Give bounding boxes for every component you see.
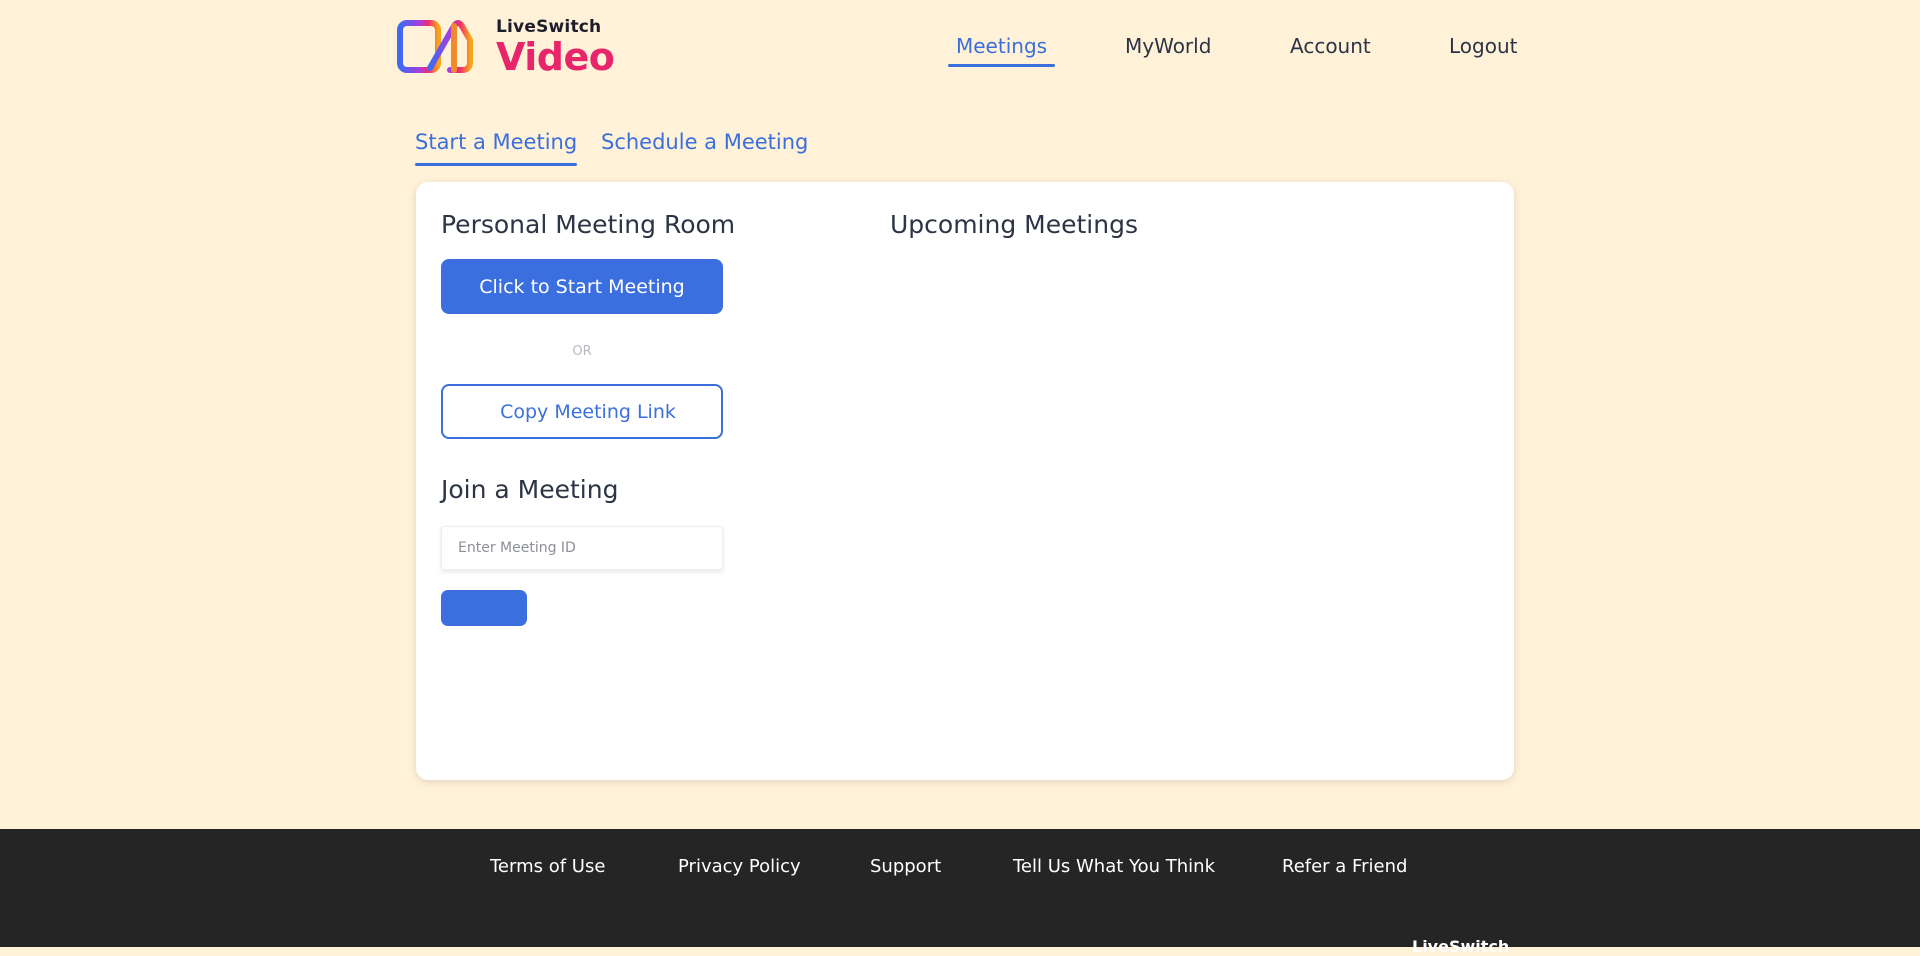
- footer-link-privacy[interactable]: Privacy Policy: [678, 856, 801, 877]
- logo-wordmark-small: LiveSwitch: [496, 16, 602, 37]
- nav-meetings[interactable]: Meetings: [947, 34, 1056, 67]
- footer-link-terms[interactable]: Terms of Use: [490, 856, 605, 877]
- upcoming-meetings-title: Upcoming Meetings: [890, 210, 1138, 239]
- nav-myworld[interactable]: MyWorld: [1125, 34, 1211, 58]
- or-divider: OR: [572, 344, 592, 359]
- personal-room-title: Personal Meeting Room: [441, 210, 736, 239]
- tab-schedule-meeting[interactable]: Schedule a Meeting: [601, 130, 808, 154]
- tab-start-meeting[interactable]: Start a Meeting: [415, 130, 578, 166]
- join-meeting-button[interactable]: [441, 590, 527, 626]
- join-meeting-title: Join a Meeting: [441, 475, 619, 504]
- nav-logout[interactable]: Logout: [1449, 34, 1517, 58]
- footer-link-support[interactable]: Support: [870, 856, 941, 877]
- liveswitch-logo[interactable]: LiveSwitch Video: [396, 16, 615, 79]
- copy-meeting-link-button[interactable]: Copy Meeting Link: [441, 384, 723, 439]
- logo-wordmark-big: Video: [496, 34, 615, 79]
- start-meeting-button[interactable]: Click to Start Meeting: [441, 259, 723, 314]
- meeting-id-input[interactable]: [441, 526, 723, 570]
- footer-link-feedback[interactable]: Tell Us What You Think: [1013, 856, 1215, 877]
- meetings-card: Personal Meeting Room Click to Start Mee…: [416, 182, 1514, 780]
- nav-account[interactable]: Account: [1290, 34, 1371, 58]
- footer-link-refer[interactable]: Refer a Friend: [1282, 856, 1407, 877]
- liveswitch-logo-icon: [397, 20, 473, 73]
- app-header: LiveSwitch Video Meetings MyWorld Accoun…: [0, 0, 1920, 100]
- app-footer: Terms of Use Privacy Policy Support Tell…: [0, 829, 1920, 956]
